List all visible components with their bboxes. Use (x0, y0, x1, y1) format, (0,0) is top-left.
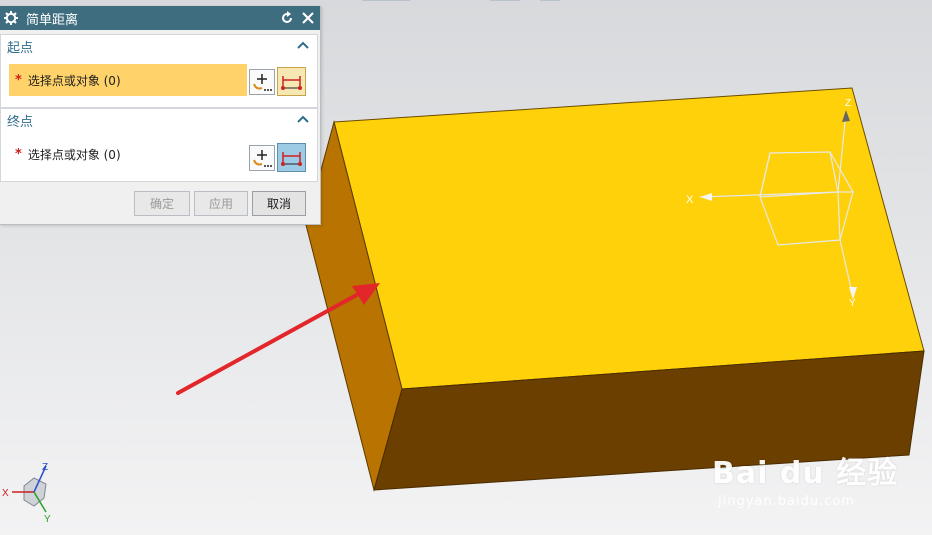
triad-label-x: X (2, 488, 9, 499)
watermark-url: jingyan.baidu.com (718, 494, 855, 509)
chevron-up-icon[interactable] (297, 114, 309, 124)
gear-icon[interactable] (4, 11, 18, 25)
simple-distance-dialog[interactable]: 简单距离 起点 * 选择点或对象 (0) 终点 * 选择点或对象 (0) 确定 … (0, 6, 321, 225)
dialog-titlebar[interactable]: 简单距离 (0, 6, 320, 30)
measure-distance-icon (281, 152, 302, 166)
close-button[interactable] (299, 9, 317, 27)
csys-label-y: Y (849, 298, 856, 309)
csys-label-x: X (686, 194, 694, 206)
apply-button[interactable]: 应用 (194, 191, 248, 216)
watermark-brand: Bai du 经验 (712, 456, 899, 491)
point-dialog-button[interactable] (249, 69, 275, 95)
cancel-button[interactable]: 取消 (252, 191, 306, 216)
triad-label-z: Z (42, 462, 48, 473)
start-point-section: 起点 * 选择点或对象 (0) (0, 34, 318, 108)
box-top-face[interactable] (333, 87, 925, 390)
ok-button[interactable]: 确定 (134, 191, 190, 216)
point-constructor-icon (253, 150, 272, 167)
csys-label-z: Z (845, 98, 851, 109)
reset-button[interactable] (278, 9, 296, 27)
end-point-select-label: 选择点或对象 (0) (27, 147, 121, 162)
end-point-header[interactable]: 终点 (1, 109, 317, 131)
close-icon (302, 12, 314, 24)
start-point-select-label: 选择点或对象 (0) (27, 73, 121, 88)
start-point-header[interactable]: 起点 (1, 35, 317, 57)
point-constructor-icon (253, 74, 272, 91)
end-point-section: 终点 * 选择点或对象 (0) (0, 108, 318, 182)
start-point-label: 起点 (7, 40, 34, 56)
point-dialog-button[interactable] (249, 145, 275, 171)
end-point-select-row[interactable]: * 选择点或对象 (0) (9, 138, 121, 170)
chevron-up-icon[interactable] (297, 40, 309, 50)
baidu-jingyan-watermark: Bai du 经验 jingyan.baidu.com (712, 448, 899, 509)
end-point-label: 终点 (7, 114, 34, 130)
start-point-select-mode-button[interactable] (277, 67, 306, 96)
measure-distance-icon (281, 76, 302, 90)
end-point-select-mode-button[interactable] (277, 143, 306, 172)
required-mark: * (15, 72, 22, 88)
box-solid[interactable] (305, 87, 925, 492)
required-mark: * (15, 146, 22, 162)
reset-icon (282, 11, 292, 23)
start-point-select-row[interactable]: * 选择点或对象 (0) (9, 64, 247, 96)
dialog-title: 简单距离 (26, 12, 79, 28)
triad-label-y: Y (44, 514, 51, 525)
